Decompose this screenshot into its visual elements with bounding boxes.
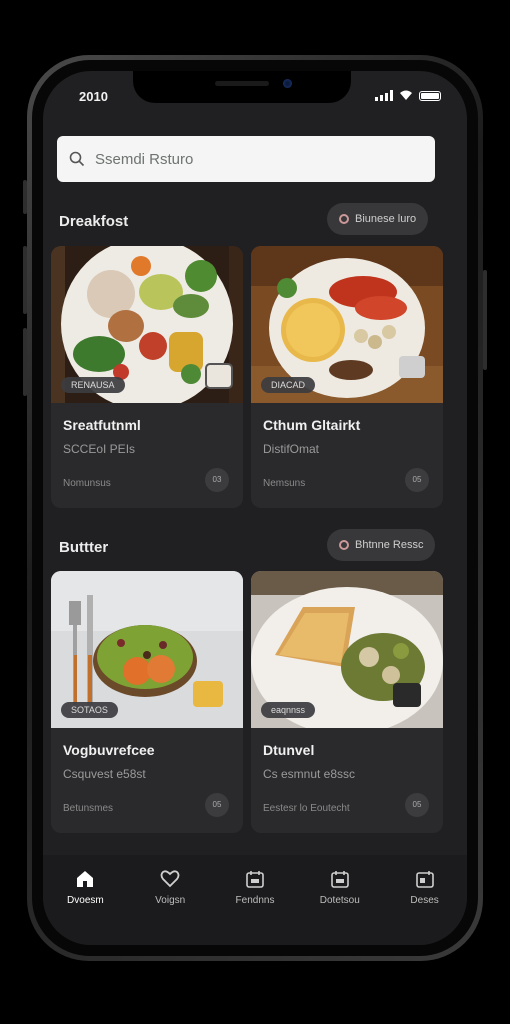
recipe-meta: Eestesr lo Eoutecht: [263, 803, 350, 814]
calendar-icon: [330, 871, 349, 888]
tab-label: Voigsn: [155, 895, 186, 906]
recipe-card[interactable]: DIACAD Cthum Gltairkt DistifOmat Nemsuns…: [251, 246, 443, 508]
search-bar[interactable]: [57, 136, 435, 182]
tab-profile[interactable]: Deses: [382, 869, 467, 945]
section-title-butter: Buttter: [59, 539, 109, 556]
recipe-name: Cthum Gltairkt: [263, 417, 361, 433]
recipe-tag: RENAUSA: [61, 377, 125, 393]
tab-bar: Dvoesm Voigsn Fendnns Dotetsou Deses: [43, 855, 467, 945]
recipe-action-button[interactable]: 03: [205, 468, 229, 492]
section-title-breakfast: Dreakfost: [59, 213, 129, 230]
app-screen: 2010 Dreakfost: [43, 71, 467, 945]
calendar-icon: [246, 871, 264, 888]
recipe-name: Sreatfutnml: [63, 417, 141, 433]
recipe-tag: eaqnnss: [261, 702, 316, 718]
home-icon: [77, 871, 94, 887]
filter-icon: [339, 214, 349, 224]
speaker: [215, 81, 269, 86]
signal-icon: [375, 90, 393, 101]
tab-label: Deses: [410, 895, 439, 906]
wifi-icon: [400, 90, 412, 100]
recipe-description: DistifOmat: [263, 442, 320, 456]
section-action-label: Biunese luro: [355, 213, 417, 225]
section-action-label: Bhtnne Ressc: [355, 539, 424, 551]
heart-icon: [160, 870, 180, 888]
search-input[interactable]: [95, 150, 395, 168]
tab-label: Fendnns: [235, 895, 275, 906]
status-bar: 2010: [79, 89, 441, 104]
recipe-meta: Nemsuns: [263, 478, 306, 489]
tab-favorites[interactable]: Voigsn: [128, 869, 213, 945]
recipe-badge-icon: [205, 363, 233, 389]
section-action-button[interactable]: Bhtnne Ressc: [327, 529, 436, 561]
recipe-name: Dtunvel: [263, 742, 315, 758]
recipe-card[interactable]: RENAUSA Sreatfutnml SCCEoI PEIs Nomunsus…: [51, 246, 243, 508]
calendar-icon: [415, 871, 434, 888]
recipe-action-button[interactable]: 05: [205, 793, 229, 817]
recipe-meta: Betunsmes: [63, 803, 114, 814]
recipe-action-button[interactable]: 05: [405, 793, 429, 817]
tab-planner[interactable]: Fendnns: [213, 869, 298, 945]
recipe-image: DIACAD: [251, 246, 443, 403]
tab-label: Dvoesm: [67, 895, 104, 906]
battery-icon: [419, 91, 441, 101]
recipe-image: RENAUSA: [51, 246, 243, 403]
status-time: 2010: [79, 89, 108, 104]
recipe-image: SOTAOS: [51, 571, 243, 728]
phone-bezel: 2010 Dreakfost: [32, 60, 478, 956]
recipe-card[interactable]: eaqnnss Dtunvel Cs esmnut e8ssc Eestesr …: [251, 571, 443, 833]
phone-frame: 2010 Dreakfost: [27, 55, 483, 961]
section-action-button[interactable]: Biunese luro: [327, 203, 429, 235]
recipe-description: Cs esmnut e8ssc: [263, 767, 356, 781]
tab-shopping[interactable]: Dotetsou: [297, 869, 382, 945]
recipe-name: Vogbuvrefcee: [63, 742, 155, 758]
tab-label: Dotetsou: [319, 895, 360, 906]
filter-icon: [339, 540, 349, 550]
recipe-tag: DIACAD: [261, 377, 316, 393]
search-icon: [69, 151, 85, 167]
camera-icon: [283, 79, 292, 88]
recipe-description: Csquvest e58st: [63, 767, 146, 781]
tab-home[interactable]: Dvoesm: [43, 869, 128, 945]
recipe-action-button[interactable]: 05: [405, 468, 429, 492]
recipe-tag: SOTAOS: [61, 702, 118, 718]
recipe-card[interactable]: SOTAOS Vogbuvrefcee Csquvest e58st Betun…: [51, 571, 243, 833]
recipe-meta: Nomunsus: [63, 478, 111, 489]
recipe-image: eaqnnss: [251, 571, 443, 728]
recipe-description: SCCEoI PEIs: [63, 442, 136, 456]
